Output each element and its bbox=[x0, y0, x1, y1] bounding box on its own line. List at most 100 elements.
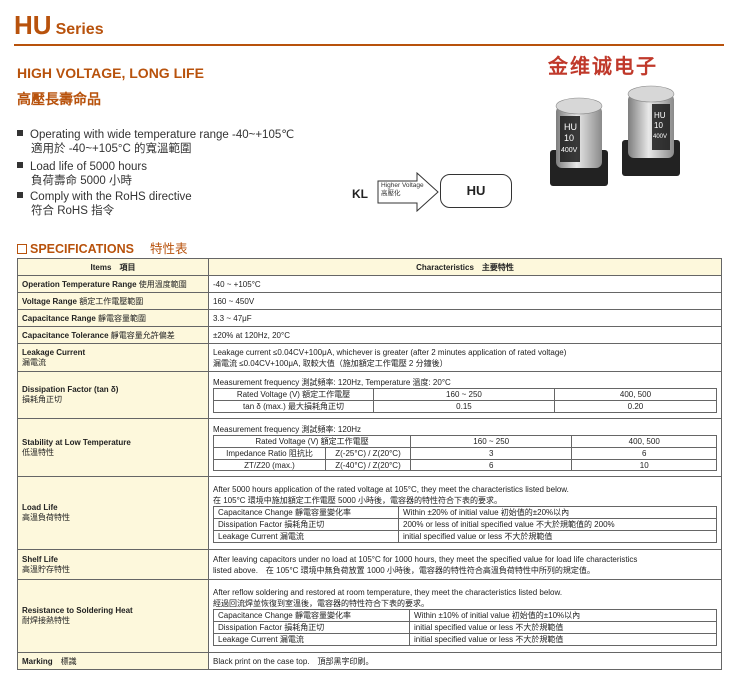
bullet-icon bbox=[17, 162, 23, 168]
table-row: Load Life 高溫負荷特性 After 5000 hours applica… bbox=[17, 476, 722, 550]
stab-cell: 400, 500 bbox=[571, 435, 717, 448]
series-word: Series bbox=[55, 21, 104, 38]
row-label-en: Load Life bbox=[22, 503, 58, 512]
row-label: Shelf Life 高溫貯存特性 bbox=[17, 549, 209, 580]
cap-label-3: 400V bbox=[561, 147, 578, 154]
series-code: HU bbox=[14, 10, 52, 40]
df-table: Rated Voltage (V) 額定工作電壓 160 ~ 250 400, 50… bbox=[213, 388, 718, 413]
row-value: Measurement frequency 測試頻率: 120Hz Rated … bbox=[208, 418, 722, 477]
stab-cell: Z(-40°C) / Z(20°C) bbox=[325, 459, 411, 471]
arrow-text-en: Higher Voltage bbox=[381, 182, 424, 189]
table-row: Resistance to Soldering Heat 耐焊接熱特性 After… bbox=[17, 579, 722, 653]
row-label-zh: 靜電容量範圍 bbox=[98, 313, 147, 323]
row-label: Leakage Current 漏電流 bbox=[17, 343, 209, 372]
table-row: Stability at Low Temperature 低溫特性 Measure… bbox=[17, 418, 722, 477]
cap-label-2: 10 bbox=[564, 133, 574, 143]
feature-en: Comply with the RoHS directive bbox=[30, 191, 192, 203]
stab-measurement: Measurement frequency 測試頻率: 120Hz bbox=[213, 425, 362, 434]
solder-cell: Capacitance Change 靜電容量變化率 bbox=[213, 608, 410, 622]
load-cell: initial specified value or less 不大於規範值 bbox=[398, 529, 717, 543]
df-cell: Rated Voltage (V) 額定工作電壓 bbox=[213, 388, 374, 401]
title-rule bbox=[14, 44, 724, 46]
cap-label-1: HU bbox=[654, 111, 666, 120]
table-row: Leakage Current 漏電流 Leakage current ≤0.04… bbox=[17, 343, 722, 372]
row-label-en: Capacitance Range bbox=[22, 313, 96, 323]
feature-en: Operating with wide temperature range -4… bbox=[30, 129, 295, 141]
df-measurement: Measurement frequency 測試頻率: 120Hz, Tempe… bbox=[213, 378, 451, 387]
row-label-zh: 高溫負荷特性 bbox=[22, 513, 70, 522]
shelf-text-en: After leaving capacitors under no load a… bbox=[213, 554, 638, 564]
stab-cell: 3 bbox=[409, 447, 573, 460]
diagram-from: KL bbox=[352, 187, 368, 201]
row-label: Marking 標識 bbox=[17, 652, 209, 670]
spec-title-zh: 特性表 bbox=[149, 242, 188, 256]
row-label-en: Shelf Life bbox=[22, 554, 59, 564]
leakage-zh: 漏電流 ≤0.04CV+100μA, 取較大值（施加額定工作電壓 2 分鐘後） bbox=[213, 358, 448, 368]
row-label: Capacitance Tolerance 靜電容量允許偏差 bbox=[17, 326, 209, 344]
feature-zh: 符合 RoHS 指令 bbox=[31, 205, 115, 217]
df-cell: 160 ~ 250 bbox=[373, 388, 555, 401]
solder-cell: Dissipation Factor 損耗角正切 bbox=[213, 620, 410, 634]
header-items: Items 項目 bbox=[17, 258, 209, 276]
load-cell: Capacitance Change 靜電容量變化率 bbox=[213, 505, 399, 519]
cap-label-1: HU bbox=[564, 122, 577, 132]
table-row: Marking 標識 Black print on the case top. … bbox=[17, 652, 722, 670]
stab-cell: Rated Voltage (V) 額定工作電壓 bbox=[213, 435, 411, 448]
row-label-zh: 高溫貯存特性 bbox=[22, 564, 70, 574]
row-value: Measurement frequency 測試頻率: 120Hz, Tempe… bbox=[208, 371, 722, 419]
row-value: ±20% at 120Hz, 20°C bbox=[208, 326, 722, 344]
solder-text-zh: 經過回流焊並恢復到室溫後，電容器的特性符合下表的要求。 bbox=[213, 598, 429, 608]
row-label-en: Operation Temperature Range bbox=[22, 279, 137, 289]
capacitor-photo: HU 10 400V HU 10 400V bbox=[550, 85, 680, 186]
headline-en: HIGH VOLTAGE, LONG LIFE bbox=[17, 65, 204, 81]
table-row: Dissipation Factor (tan δ) 損耗角正切 Measurem… bbox=[17, 371, 722, 419]
row-label-en: Voltage Range bbox=[22, 296, 77, 306]
row-label-zh: 使用溫度範圍 bbox=[138, 279, 187, 289]
solder-cell: initial specified value or less 不大於規範值 bbox=[409, 620, 717, 634]
row-label: Capacitance Range 靜電容量範圍 bbox=[17, 309, 209, 327]
solder-cell: Within ±10% of initial value 初始值的±10%以內 bbox=[409, 608, 717, 622]
table-row: Operation Temperature Range 使用溫度範圍 -40 ~… bbox=[17, 275, 722, 293]
cap-label-2: 10 bbox=[654, 121, 663, 130]
headline-zh: 高壓長壽命品 bbox=[17, 91, 101, 107]
row-label-en: Marking bbox=[22, 656, 53, 666]
row-label-zh: 漏電流 bbox=[22, 357, 46, 367]
cap-label-3: 400V bbox=[653, 134, 667, 140]
feature-item: Load life of 5000 hours 負荷壽命 5000 小時 bbox=[17, 160, 147, 188]
row-label-zh: 低溫特性 bbox=[22, 447, 54, 457]
row-value: -40 ~ +105°C bbox=[208, 275, 722, 293]
row-label: Stability at Low Temperature 低溫特性 bbox=[17, 418, 209, 477]
feature-item: Operating with wide temperature range -4… bbox=[17, 128, 294, 156]
row-label-zh: 額定工作電壓範圍 bbox=[79, 296, 144, 306]
shelf-text-zh: listed above. 在 105°C 環境中無負荷放置 1000 小時後，… bbox=[213, 565, 595, 575]
row-label: Operation Temperature Range 使用溫度範圍 bbox=[17, 275, 209, 293]
row-label-zh: 標識 bbox=[60, 656, 77, 666]
row-label-zh: 損耗角正切 bbox=[22, 395, 62, 404]
row-label-zh: 耐焊接熱特性 bbox=[22, 616, 70, 625]
stab-cell: Impedance Ratio 阻抗比 bbox=[213, 447, 326, 460]
solder-text-en: After reflow soldering and restored at r… bbox=[213, 587, 563, 597]
row-value: After 5000 hours application of the rate… bbox=[208, 476, 722, 550]
df-cell: tan δ (max.) 最大損耗角正切 bbox=[213, 400, 374, 413]
row-value: After leaving capacitors under no load a… bbox=[208, 549, 722, 580]
load-table: Capacitance Change 靜電容量變化率 Within ±20% of… bbox=[213, 505, 717, 543]
checkbox-icon bbox=[17, 244, 27, 254]
feature-zh: 適用於 -40~+105°C 的寬溫範圍 bbox=[31, 143, 192, 155]
load-text-zh: 在 105°C 環境中施加額定工作電壓 5000 小時後，電容器的特性符合下表的… bbox=[213, 495, 503, 505]
table-row: Shelf Life 高溫貯存特性 After leaving capacitor… bbox=[17, 549, 722, 580]
stab-cell: Z(-25°C) / Z(20°C) bbox=[325, 447, 411, 460]
series-title: HU Series bbox=[14, 10, 104, 41]
diagram-to: HU bbox=[440, 174, 512, 208]
table-row: Voltage Range 額定工作電壓範圍 160 ~ 450V bbox=[17, 292, 722, 310]
table-row: Capacitance Range 靜電容量範圍 3.3 ~ 47μF bbox=[17, 309, 722, 327]
table-header: Items 項目 Characteristics 主要特性 bbox=[17, 258, 722, 276]
load-text-en: After 5000 hours application of the rate… bbox=[213, 484, 569, 494]
row-label-en: Dissipation Factor (tan δ) bbox=[22, 385, 119, 394]
df-cell: 0.20 bbox=[553, 400, 718, 413]
feature-item: Comply with the RoHS directive 符合 RoHS 指… bbox=[17, 190, 192, 218]
row-label-en: Capacitance Tolerance bbox=[22, 330, 109, 340]
stab-cell: 6 bbox=[409, 459, 573, 471]
row-value: 3.3 ~ 47μF bbox=[208, 309, 722, 327]
row-value: Leakage current ≤0.04CV+100μA, whichever… bbox=[208, 343, 722, 372]
row-value: 160 ~ 450V bbox=[208, 292, 722, 310]
